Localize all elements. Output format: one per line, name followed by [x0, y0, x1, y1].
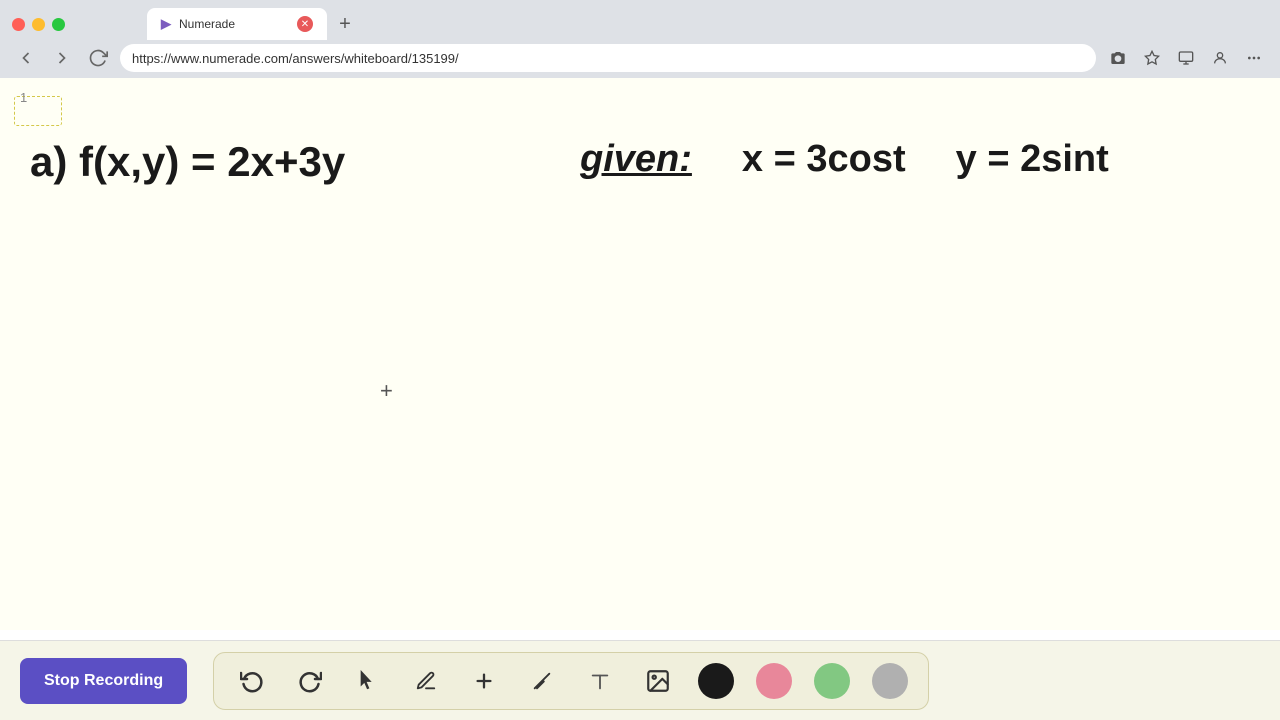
select-tool-button[interactable]	[350, 663, 386, 699]
maximize-button[interactable]	[52, 18, 65, 31]
window-controls	[12, 18, 65, 31]
browser-toolbar-right	[1104, 44, 1268, 72]
forward-button[interactable]	[48, 44, 76, 72]
title-bar: ▶ Numerade ✕ +	[0, 0, 1280, 40]
address-input[interactable]	[120, 44, 1096, 72]
back-button[interactable]	[12, 44, 40, 72]
menu-button[interactable]	[1240, 44, 1268, 72]
equation-x: x = 3cost	[742, 138, 906, 181]
image-button[interactable]	[640, 663, 676, 699]
equation-y: y = 2sint	[956, 138, 1109, 181]
tab-favicon: ▶	[161, 16, 171, 32]
cursor: +	[380, 378, 393, 404]
browser-chrome: ▶ Numerade ✕ +	[0, 0, 1280, 78]
tabs-bar: ▶ Numerade ✕ +	[77, 8, 429, 40]
undo-button[interactable]	[234, 663, 270, 699]
color-pink-button[interactable]	[756, 663, 792, 699]
extensions-button[interactable]	[1172, 44, 1200, 72]
tools-panel	[213, 652, 929, 710]
profile-button[interactable]	[1206, 44, 1234, 72]
equation-right: given: x = 3cost y = 2sint	[580, 138, 1109, 181]
given-label: given:	[580, 138, 692, 181]
minimize-button[interactable]	[32, 18, 45, 31]
color-gray-button[interactable]	[872, 663, 908, 699]
color-black-button[interactable]	[698, 663, 734, 699]
equation-left: a) f(x,y) = 2x+3y	[30, 138, 345, 186]
tab-title: Numerade	[179, 17, 235, 31]
stop-recording-button[interactable]: Stop Recording	[20, 658, 187, 704]
equation-left-text: a) f(x,y) = 2x+3y	[30, 138, 345, 185]
bottom-toolbar: Stop Recording	[0, 640, 1280, 720]
tab-close-button[interactable]: ✕	[297, 16, 313, 32]
refresh-button[interactable]	[84, 44, 112, 72]
eraser-button[interactable]	[524, 663, 560, 699]
page-number: 1	[20, 90, 27, 105]
given-text: given:	[580, 138, 692, 180]
pen-tool-button[interactable]	[408, 663, 444, 699]
close-button[interactable]	[12, 18, 25, 31]
address-bar-row	[0, 40, 1280, 78]
camera-button[interactable]	[1104, 44, 1132, 72]
color-green-button[interactable]	[814, 663, 850, 699]
whiteboard: 1 a) f(x,y) = 2x+3y given: x = 3cost y =…	[0, 78, 1280, 630]
star-button[interactable]	[1138, 44, 1166, 72]
new-tab-button[interactable]: +	[331, 10, 359, 38]
redo-button[interactable]	[292, 663, 328, 699]
active-tab[interactable]: ▶ Numerade ✕	[147, 8, 327, 40]
text-tool-button[interactable]	[582, 663, 618, 699]
add-button[interactable]	[466, 663, 502, 699]
